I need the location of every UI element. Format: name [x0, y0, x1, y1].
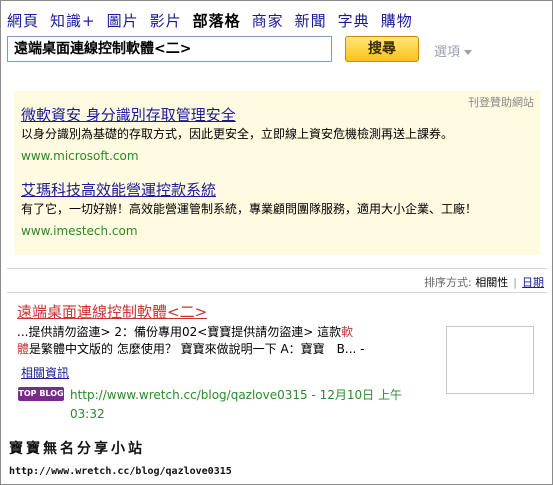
- nav-images[interactable]: 圖片: [107, 10, 139, 31]
- result-time: 03:32: [70, 407, 105, 421]
- sort-date-link[interactable]: 日期: [522, 276, 544, 289]
- ad-url: www.microsoft.com: [21, 149, 139, 163]
- search-button[interactable]: 搜尋: [345, 36, 419, 62]
- ad-item: 艾瑪科技高效能營運控款系統 有了它，一切好辦！高效能營運管制系統，專業顧問團隊服…: [21, 181, 531, 239]
- nav-news[interactable]: 新聞: [295, 10, 327, 31]
- chevron-down-icon: [464, 50, 473, 55]
- watermark-title: 寶寶無名分享小站: [9, 441, 145, 457]
- ad-description: 以身分識別為基礎的存取方式，因此更安全，立即線上資安危機檢測再送上課券。: [21, 127, 454, 141]
- options-label: 選項: [434, 45, 461, 60]
- nav-local[interactable]: 商家: [252, 10, 284, 31]
- snippet-highlight: 軟: [341, 325, 354, 339]
- options-dropdown[interactable]: 選項: [434, 41, 473, 60]
- snippet-highlight: 體: [17, 342, 30, 356]
- nav-dictionary[interactable]: 字典: [338, 10, 370, 31]
- result-title-link[interactable]: 遠端桌面連線控制軟體<二>: [17, 303, 207, 321]
- sort-bar: 排序方式: 相關性 | 日期: [424, 274, 544, 290]
- ad-title[interactable]: 艾瑪科技高效能營運控款系統: [21, 181, 531, 199]
- top-blog-badge: TOP BLOG: [18, 387, 64, 401]
- result-url[interactable]: http://www.wretch.cc/blog/qazlove0315 - …: [70, 386, 410, 424]
- snippet-text: 是繁體中文版的 怎麼使用？ 寶寶來做說明一下 A：寶寶 B... -: [29, 342, 365, 356]
- watermark-url: http://www.wretch.cc/blog/qazlove0315: [9, 466, 232, 477]
- ad-title[interactable]: 微軟資安 身分識別存取管理安全: [21, 106, 531, 124]
- ad-description: 有了它，一切好辦！高效能營運管制系統，專業顧問團隊服務，適用大小企業、工廠！: [21, 202, 478, 216]
- ad-url: www.imestech.com: [21, 224, 138, 238]
- sort-label: 排序方式:: [424, 276, 472, 289]
- search-vertical-nav: 網頁 知識+ 圖片 影片 部落格 商家 新聞 字典 購物: [7, 10, 424, 32]
- sponsored-box: 刊登贊助網站 微軟資安 身分識別存取管理安全 以身分識別為基礎的存取方式，因此更…: [14, 91, 540, 255]
- result-snippet: ...提供請勿盜連> 2：備份專用02<寶寶提供請勿盜連> 這款軟體是繁體中文版…: [17, 324, 412, 358]
- nav-video[interactable]: 影片: [150, 10, 182, 31]
- related-info-link[interactable]: 相關資訊: [21, 364, 69, 381]
- sort-relevance: 相關性: [475, 276, 509, 289]
- ad-item: 微軟資安 身分識別存取管理安全 以身分識別為基礎的存取方式，因此更安全，立即線上…: [21, 106, 531, 164]
- nav-web[interactable]: 網頁: [7, 10, 39, 31]
- search-input[interactable]: 遠端桌面連線控制軟體<二>: [7, 36, 332, 62]
- divider: [7, 268, 547, 269]
- divider: [7, 292, 547, 293]
- result-thumbnail[interactable]: [446, 326, 534, 394]
- nav-shopping[interactable]: 購物: [381, 10, 413, 31]
- nav-blog[interactable]: 部落格: [193, 10, 241, 31]
- snippet-text: ...提供請勿盜連> 2：備份專用02<寶寶提供請勿盜連> 這款: [17, 325, 342, 339]
- nav-answers[interactable]: 知識+: [50, 10, 96, 31]
- sort-separator: |: [513, 276, 517, 289]
- result-url-line[interactable]: http://www.wretch.cc/blog/qazlove0315 - …: [70, 388, 402, 402]
- search-results-page: 網頁 知識+ 圖片 影片 部落格 商家 新聞 字典 購物 遠端桌面連線控制軟體<二> 搜尋 選項…: [0, 0, 553, 485]
